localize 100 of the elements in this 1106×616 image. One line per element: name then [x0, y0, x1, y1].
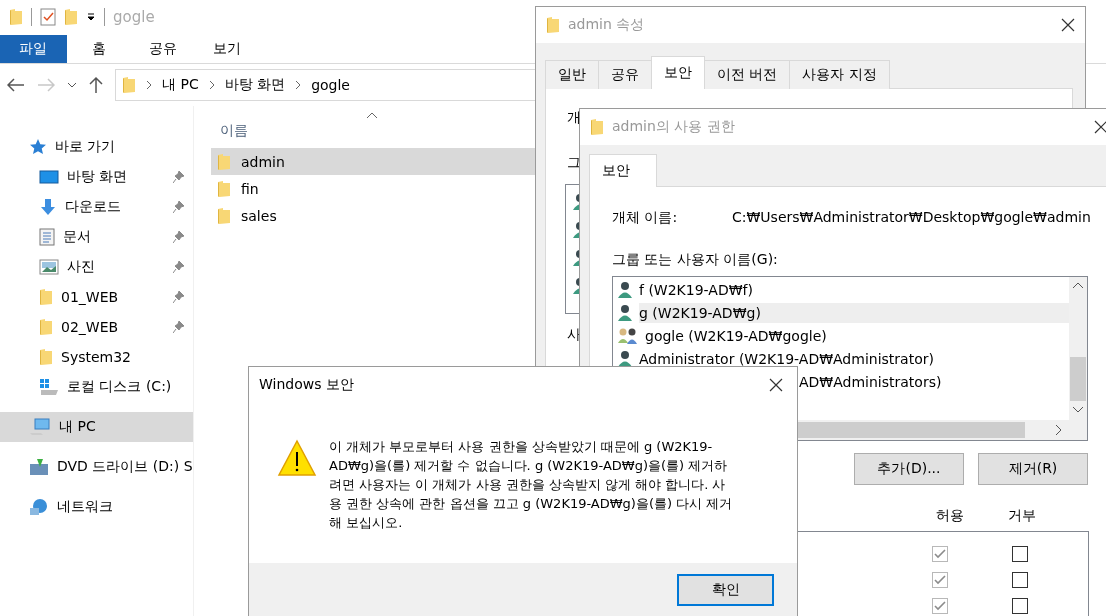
sidebar-item[interactable]: 01_WEB: [0, 282, 193, 312]
tab[interactable]: 공유: [598, 60, 652, 89]
object-path: C:₩Users₩Administrator₩Desktop₩gogle₩admin: [732, 209, 1091, 227]
tab[interactable]: 일반: [545, 60, 599, 89]
file-row[interactable]: fin: [211, 175, 535, 202]
horizontal-scrollbar[interactable]: [797, 420, 1069, 440]
sidebar-item[interactable]: 바로 가기: [0, 132, 193, 162]
breadcrumb[interactable]: 내 PC: [162, 76, 199, 94]
sidebar-item[interactable]: DVD 드라이브 (D:) S: [0, 452, 193, 482]
scroll-right-icon[interactable]: [1055, 424, 1063, 436]
chevron-down-icon[interactable]: [67, 81, 77, 89]
dialog-button[interactable]: 제거(R): [978, 453, 1088, 485]
monitor-icon: [39, 169, 59, 185]
dialog-title: Windows 보안: [259, 376, 354, 394]
folder-icon: [39, 348, 53, 366]
close-icon[interactable]: [769, 378, 783, 392]
column-header: 거부: [1008, 507, 1036, 525]
folder-icon: [39, 288, 53, 306]
tab[interactable]: 보안: [589, 154, 657, 187]
warning-icon: [277, 439, 317, 477]
pin-icon[interactable]: [173, 320, 185, 334]
folder-icon: [39, 318, 53, 336]
folder-icon: [217, 152, 231, 171]
label-text: 그: [567, 154, 581, 172]
permission-list[interactable]: [798, 531, 1089, 616]
folder-icon: [546, 16, 560, 34]
sidebar-item[interactable]: 사진: [0, 252, 193, 282]
pin-icon[interactable]: [173, 170, 185, 184]
down-arrow-icon: [39, 198, 57, 216]
ok-button[interactable]: 확인: [677, 574, 774, 606]
allow-checkbox[interactable]: [932, 546, 948, 562]
breadcrumb[interactable]: 바탕 화면: [224, 76, 286, 94]
up-arrow-icon[interactable]: [89, 76, 103, 94]
checklist-icon[interactable]: [40, 8, 56, 26]
ribbon-tab[interactable]: 파일: [0, 35, 67, 63]
file-name: sales: [241, 207, 277, 224]
dropdown-icon[interactable]: [86, 12, 96, 22]
deny-checkbox[interactable]: [1012, 572, 1028, 588]
back-icon[interactable]: [7, 78, 25, 92]
users-label: 그룹 또는 사용자 이름(G):: [612, 251, 778, 269]
user-entry[interactable]: Administrator (W2K19-AD₩Administrator): [639, 348, 1069, 369]
picture-icon: [39, 259, 59, 275]
sidebar-item[interactable]: 02_WEB: [0, 312, 193, 342]
group-icon: [617, 326, 639, 345]
allow-checkbox[interactable]: [932, 572, 948, 588]
sidebar-item[interactable]: 문서: [0, 222, 193, 252]
object-name-label: 개체 이름:: [612, 209, 679, 227]
deny-checkbox[interactable]: [1012, 598, 1028, 614]
sidebar-item[interactable]: 네트워크: [0, 492, 193, 522]
ribbon-tab[interactable]: 홈: [67, 35, 131, 63]
close-icon[interactable]: [1061, 18, 1075, 32]
tab[interactable]: 보안: [651, 56, 705, 89]
document-icon: [39, 228, 55, 246]
user-entry[interactable]: f (W2K19-AD₩f): [639, 279, 1069, 300]
close-icon[interactable]: [1094, 120, 1106, 134]
tab[interactable]: 사용자 지정: [789, 60, 890, 89]
globe-icon: [29, 498, 49, 516]
file-row[interactable]: sales: [211, 202, 535, 229]
alert-message: 이 개체가 부모로부터 사용 권한을 상속받았기 때문에 g (W2K19-AD₩g)을(를) 제거할 수 없습니다. g (W2K19-AD₩g)을(를) 제거하려면 사용자는 이 개체가 사용 권한을 상속받지 않게 해야 합니다. 사용 권한 상속에 관한 옵션을 끄고 g (W2K19-AD₩g)을(를) 다시 제거해 보십시오.: [329, 438, 734, 532]
folder-icon: [217, 206, 231, 225]
vertical-scrollbar[interactable]: [1069, 277, 1087, 440]
scroll-up-icon[interactable]: [1072, 281, 1084, 289]
sidebar-item[interactable]: 바탕 화면: [0, 162, 193, 192]
user-entry[interactable]: AD₩Administrators): [799, 371, 1069, 392]
tab[interactable]: 이전 버전: [704, 60, 791, 89]
scroll-thumb[interactable]: [1070, 357, 1086, 401]
window-title: gogle: [113, 8, 155, 26]
person-icon: [617, 280, 633, 299]
user-entry[interactable]: gogle (W2K19-AD₩gogle): [645, 325, 1069, 346]
pin-icon[interactable]: [173, 260, 185, 274]
pin-icon[interactable]: [173, 200, 185, 214]
column-header[interactable]: 이름: [220, 122, 248, 140]
folder-icon: [9, 8, 23, 26]
folder-icon: [122, 76, 136, 94]
sidebar-item[interactable]: 내 PC: [0, 412, 193, 442]
breadcrumb[interactable]: gogle: [311, 77, 350, 93]
sidebar-item[interactable]: System32: [0, 342, 193, 372]
pin-icon[interactable]: [173, 290, 185, 304]
disc-drive-icon: [29, 458, 49, 476]
sidebar-item[interactable]: 로컬 디스크 (C:): [0, 372, 193, 402]
chevron-right-icon: [146, 80, 152, 90]
computer-icon: [29, 418, 51, 436]
deny-checkbox[interactable]: [1012, 546, 1028, 562]
dialog-button[interactable]: 추가(D)...: [854, 453, 964, 485]
scroll-down-icon[interactable]: [1072, 406, 1084, 414]
scroll-thumb[interactable]: [797, 422, 1025, 438]
file-name: fin: [241, 180, 259, 197]
person-icon: [617, 349, 633, 368]
sidebar-item[interactable]: 다운로드: [0, 192, 193, 222]
ribbon-tab[interactable]: 보기: [195, 35, 259, 63]
window-title: admin 속성: [568, 16, 645, 34]
allow-checkbox[interactable]: [932, 598, 948, 614]
star-icon: [29, 138, 47, 156]
sort-caret-icon: [366, 112, 378, 119]
label-text: 개: [567, 109, 581, 127]
person-icon: [617, 303, 633, 322]
ribbon-tab[interactable]: 공유: [131, 35, 195, 63]
pin-icon[interactable]: [173, 230, 185, 244]
user-entry[interactable]: g (W2K19-AD₩g): [639, 302, 1069, 323]
file-row[interactable]: admin: [211, 148, 535, 175]
